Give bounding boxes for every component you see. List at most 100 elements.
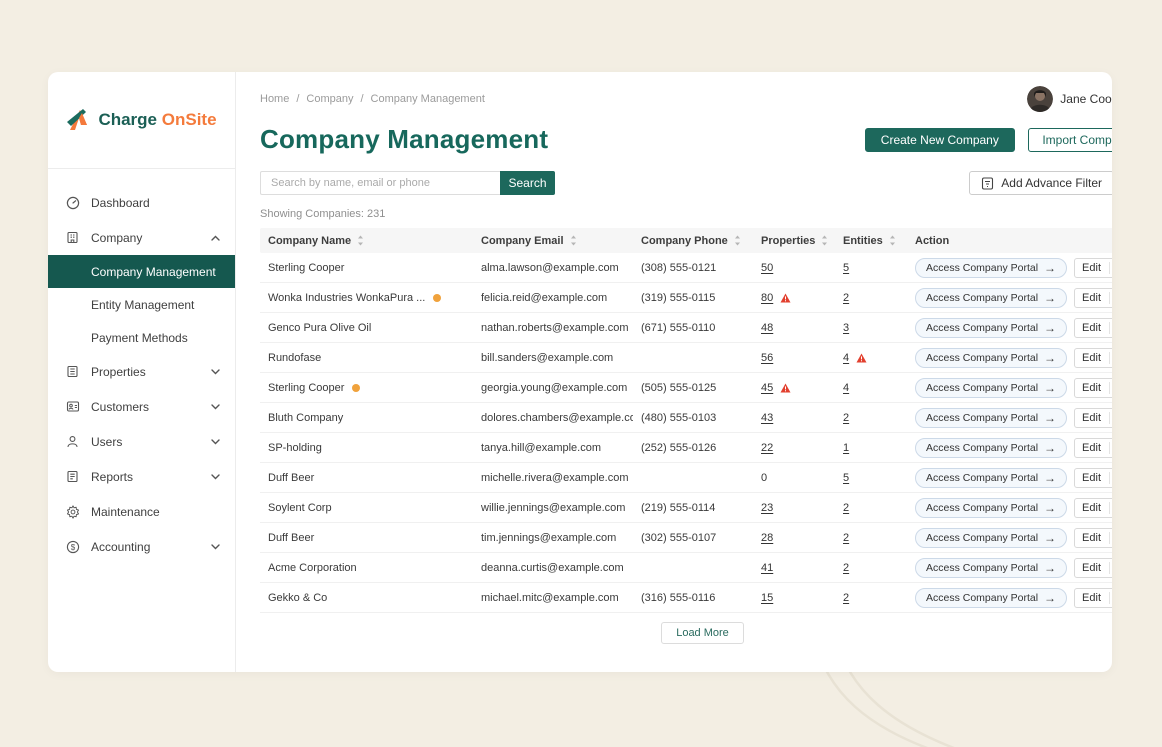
access-company-portal-button[interactable]: Access Company Portal→: [915, 348, 1067, 368]
properties-count[interactable]: 41: [761, 562, 773, 574]
sidebar-item-maintenance[interactable]: Maintenance: [48, 494, 235, 529]
edit-button[interactable]: Edit⋮: [1074, 408, 1112, 428]
properties-count[interactable]: 43: [761, 412, 773, 424]
dashboard-icon: [65, 195, 80, 210]
sort-icon[interactable]: [357, 235, 364, 246]
entities-cell: 3: [835, 322, 907, 334]
edit-button[interactable]: Edit⋮: [1074, 438, 1112, 458]
properties-cell: 48: [753, 322, 835, 334]
access-company-portal-button[interactable]: Access Company Portal→: [915, 258, 1067, 278]
properties-count[interactable]: 50: [761, 262, 773, 274]
properties-count[interactable]: 28: [761, 532, 773, 544]
edit-button[interactable]: Edit⋮: [1074, 498, 1112, 518]
access-company-portal-button[interactable]: Access Company Portal→: [915, 438, 1067, 458]
properties-count: 0: [761, 472, 767, 484]
sidebar-subitem-company-management[interactable]: Company Management: [48, 255, 235, 288]
company-email-cell: nathan.roberts@example.com: [473, 322, 633, 334]
properties-count[interactable]: 56: [761, 352, 773, 364]
company-name-cell: Soylent Corp: [260, 502, 473, 514]
properties-cell: 80: [753, 292, 835, 304]
edit-button[interactable]: Edit⋮: [1074, 258, 1112, 278]
sidebar-item-accounting[interactable]: $Accounting: [48, 529, 235, 564]
user-menu[interactable]: Jane Cooper: [1027, 86, 1112, 112]
column-header-company-name[interactable]: Company Name: [260, 235, 473, 247]
sidebar-item-label: Users: [91, 435, 122, 449]
access-company-portal-button[interactable]: Access Company Portal→: [915, 498, 1067, 518]
add-advance-filter-button[interactable]: Add Advance Filter: [969, 171, 1112, 195]
entities-count[interactable]: 5: [843, 262, 849, 274]
entities-count[interactable]: 4: [843, 382, 849, 394]
company-email-cell: bill.sanders@example.com: [473, 352, 633, 364]
companies-table: Company NameCompany EmailCompany PhonePr…: [260, 228, 1112, 613]
sidebar-item-reports[interactable]: Reports: [48, 459, 235, 494]
properties-count[interactable]: 15: [761, 592, 773, 604]
properties-cell: 41: [753, 562, 835, 574]
access-company-portal-button[interactable]: Access Company Portal→: [915, 528, 1067, 548]
import-company-button[interactable]: Import Company: [1028, 128, 1112, 152]
entities-count[interactable]: 2: [843, 412, 849, 424]
properties-cell: 43: [753, 412, 835, 424]
properties-count[interactable]: 48: [761, 322, 773, 334]
search-input[interactable]: [260, 171, 500, 195]
load-more-button[interactable]: Load More: [661, 622, 744, 644]
edit-button[interactable]: Edit⋮: [1074, 348, 1112, 368]
entities-cell: 1: [835, 442, 907, 454]
access-company-portal-button[interactable]: Access Company Portal→: [915, 288, 1067, 308]
column-header-action: Action: [907, 235, 1112, 247]
access-company-portal-button[interactable]: Access Company Portal→: [915, 558, 1067, 578]
sidebar-item-company[interactable]: Company: [48, 220, 235, 255]
access-company-portal-button[interactable]: Access Company Portal→: [915, 408, 1067, 428]
company-phone-cell: (319) 555-0115: [633, 292, 753, 304]
sort-icon[interactable]: [889, 235, 896, 246]
entities-count[interactable]: 2: [843, 532, 849, 544]
edit-button[interactable]: Edit⋮: [1074, 318, 1112, 338]
sort-icon[interactable]: [734, 235, 741, 246]
status-badge-dot: [433, 294, 441, 302]
entities-count[interactable]: 4: [843, 352, 849, 364]
sidebar-subitem-payment-methods[interactable]: Payment Methods: [48, 321, 235, 354]
entities-count[interactable]: 5: [843, 472, 849, 484]
entities-count[interactable]: 2: [843, 562, 849, 574]
entities-count[interactable]: 1: [843, 442, 849, 454]
edit-button[interactable]: Edit⋮: [1074, 528, 1112, 548]
create-new-company-button[interactable]: Create New Company: [865, 128, 1015, 152]
edit-button[interactable]: Edit⋮: [1074, 468, 1112, 488]
company-phone-cell: (302) 555-0107: [633, 532, 753, 544]
entities-count[interactable]: 2: [843, 292, 849, 304]
sort-icon[interactable]: [821, 235, 828, 246]
sidebar-item-customers[interactable]: Customers: [48, 389, 235, 424]
breadcrumb-home[interactable]: Home: [260, 93, 289, 105]
table-header-row: Company NameCompany EmailCompany PhonePr…: [260, 228, 1112, 253]
edit-button[interactable]: Edit⋮: [1074, 588, 1112, 608]
entities-count[interactable]: 2: [843, 502, 849, 514]
sidebar-item-dashboard[interactable]: Dashboard: [48, 185, 235, 220]
breadcrumb-separator: /: [360, 93, 363, 105]
edit-button[interactable]: Edit⋮: [1074, 378, 1112, 398]
company-phone-cell: (505) 555-0125: [633, 382, 753, 394]
properties-count[interactable]: 80: [761, 292, 773, 304]
breadcrumb-company[interactable]: Company: [306, 93, 353, 105]
access-company-portal-button[interactable]: Access Company Portal→: [915, 468, 1067, 488]
topbar: Home / Company / Company Management Jane…: [260, 86, 1112, 112]
column-header-company-email[interactable]: Company Email: [473, 235, 633, 247]
entities-cell: 4: [835, 382, 907, 394]
divider: [1109, 502, 1110, 514]
sidebar-item-users[interactable]: Users: [48, 424, 235, 459]
column-header-properties[interactable]: Properties: [753, 235, 835, 247]
sort-icon[interactable]: [570, 235, 577, 246]
entities-count[interactable]: 2: [843, 592, 849, 604]
sidebar-subitem-entity-management[interactable]: Entity Management: [48, 288, 235, 321]
search-button[interactable]: Search: [500, 171, 555, 195]
edit-button[interactable]: Edit⋮: [1074, 288, 1112, 308]
properties-count[interactable]: 23: [761, 502, 773, 514]
access-company-portal-button[interactable]: Access Company Portal→: [915, 378, 1067, 398]
column-header-entities[interactable]: Entities: [835, 235, 907, 247]
properties-count[interactable]: 22: [761, 442, 773, 454]
properties-count[interactable]: 45: [761, 382, 773, 394]
access-company-portal-button[interactable]: Access Company Portal→: [915, 318, 1067, 338]
sidebar-item-properties[interactable]: Properties: [48, 354, 235, 389]
entities-count[interactable]: 3: [843, 322, 849, 334]
access-company-portal-button[interactable]: Access Company Portal→: [915, 588, 1067, 608]
edit-button[interactable]: Edit⋮: [1074, 558, 1112, 578]
column-header-company-phone[interactable]: Company Phone: [633, 235, 753, 247]
